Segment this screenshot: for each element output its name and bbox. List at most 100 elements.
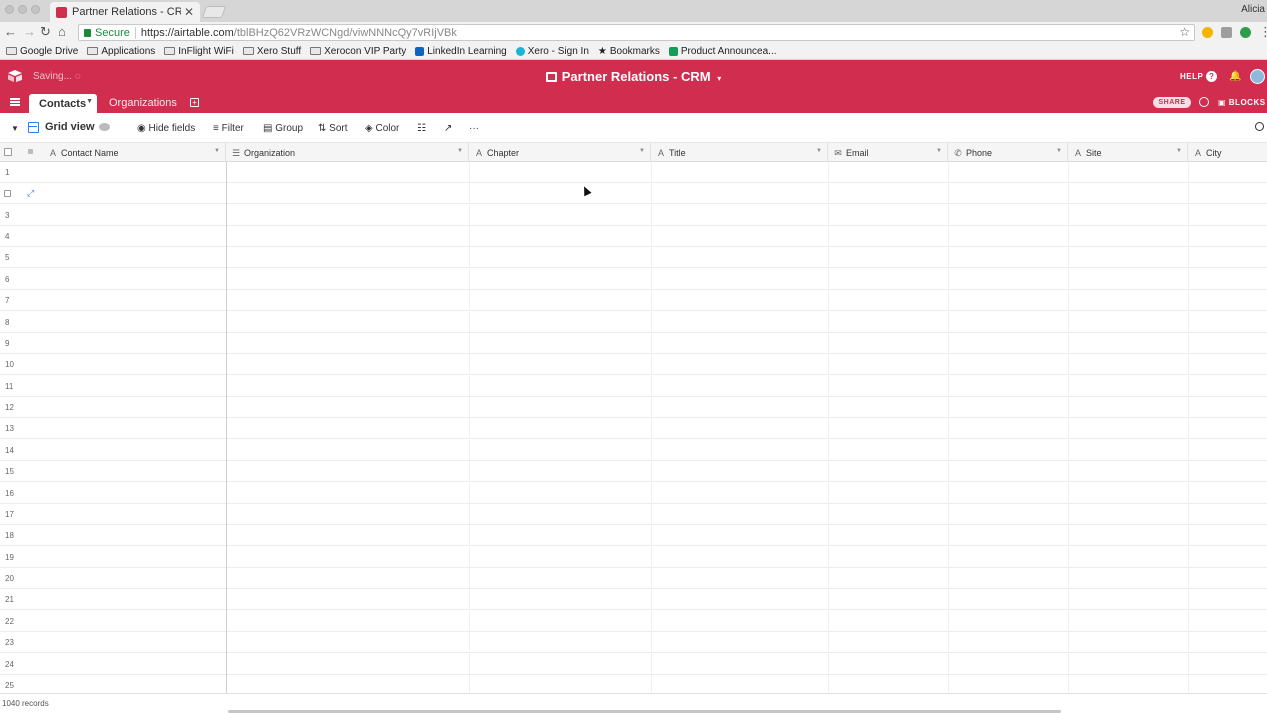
column-menu-chevron-icon[interactable]: ▼ [816,148,822,154]
search-icon[interactable] [1255,122,1264,131]
row-checkbox[interactable] [4,190,11,198]
bookmark-item[interactable]: Xerocon VIP Party [310,46,406,57]
table-row[interactable]: 25 [0,674,1267,693]
table-row[interactable]: 4 [0,226,1267,248]
select-all-checkbox[interactable] [4,148,12,156]
window-close-icon[interactable] [5,5,14,14]
column-menu-chevron-icon[interactable]: ▼ [457,148,463,154]
bookmark-item[interactable]: Xero - Sign In [515,46,589,57]
bookmark-star-icon[interactable]: ☆ [1179,25,1190,39]
table-row[interactable]: 15 [0,461,1267,483]
browser-menu-icon[interactable]: ⋮ [1259,25,1267,39]
column-header-city[interactable]: A City [1188,143,1267,162]
tab-close-icon[interactable]: ✕ [184,5,194,19]
more-options-icon[interactable]: ··· [469,123,479,134]
table-row[interactable]: 17 [0,503,1267,525]
avatar[interactable] [1250,69,1265,84]
help-button[interactable]: HELP [1180,72,1203,81]
bookmark-item[interactable]: Google Drive [6,46,78,57]
hide-fields-button[interactable]: ◉ Hide fields [137,123,195,134]
table-row[interactable]: 23 [0,632,1267,654]
extension-icon[interactable] [1202,27,1213,38]
back-arrow-icon[interactable]: ← [4,25,17,39]
table-row[interactable]: 19 [0,546,1267,568]
table-row[interactable]: 6 [0,268,1267,290]
forward-arrow-icon[interactable]: → [23,25,36,39]
table-row[interactable]: 16 [0,482,1267,504]
tab-contacts[interactable]: Contacts ▼ [29,94,97,113]
blocks-button[interactable]: ▣ BLOCKS [1218,98,1266,107]
row-height-icon[interactable]: ☷ [417,123,426,134]
bookmark-item[interactable]: Applications [87,46,155,57]
table-row[interactable]: 22 [0,610,1267,632]
table-row[interactable]: 12 [0,397,1267,419]
table-row[interactable]: 11 [0,375,1267,397]
cell-divider [948,674,949,693]
column-header-contact-name[interactable]: A Contact Name ▼ [43,143,226,162]
cell-divider [469,162,470,183]
chevron-down-icon[interactable]: ▼ [86,98,93,105]
bookmark-item[interactable]: InFlight WiFi [164,46,234,57]
bookmark-item[interactable]: Product Announcea... [668,46,777,57]
column-menu-chevron-icon[interactable]: ▼ [214,148,220,154]
view-switcher-caret-icon[interactable]: ▼ [11,124,19,133]
home-icon[interactable]: ⌂ [58,25,66,39]
table-row[interactable]: 1 [0,162,1267,183]
table-row[interactable]: 5 [0,247,1267,269]
table-row[interactable]: 10 [0,354,1267,376]
table-row[interactable]: 13 [0,418,1267,440]
window-maximize-icon[interactable] [31,5,40,14]
column-header-phone[interactable]: ✆ Phone ▼ [948,143,1068,162]
add-table-icon[interactable]: + [190,98,199,107]
column-header-email[interactable]: ✉ Email ▼ [828,143,948,162]
filter-button[interactable]: ≡ Filter [213,123,244,134]
extension-icon[interactable] [1240,27,1251,38]
url-input[interactable]: Secure https://airtable.com /tblBHzQ62VR… [78,24,1195,41]
hamburger-menu-icon[interactable] [10,98,20,106]
column-menu-chevron-icon[interactable]: ▼ [639,148,645,154]
table-row[interactable]: 9 [0,332,1267,354]
table-row[interactable]: 8 [0,311,1267,333]
extension-icon[interactable] [1221,27,1232,38]
column-header-site[interactable]: A Site ▼ [1068,143,1188,162]
bookmark-item[interactable]: Xero Stuff [242,46,301,57]
window-minimize-icon[interactable] [18,5,27,14]
reload-icon[interactable]: ↻ [40,25,51,39]
cell-divider [651,397,652,419]
table-row[interactable]: 24 [0,653,1267,675]
notifications-bell-icon[interactable]: 🔔 [1229,71,1241,82]
table-row[interactable]: 7 [0,290,1267,312]
bookmark-item[interactable]: ★ Bookmarks [598,46,660,57]
sort-button[interactable]: ⇅ Sort [318,123,348,134]
share-view-icon[interactable]: ↗ [444,123,452,134]
profile-name[interactable]: Alicia [1241,4,1265,15]
browser-tab[interactable]: Partner Relations - CRM: Cont ✕ [50,2,200,22]
collaborators-icon[interactable] [99,123,110,131]
share-button[interactable]: SHARE [1153,97,1191,108]
column-menu-chevron-icon[interactable]: ▼ [936,148,942,154]
column-menu-chevron-icon[interactable]: ▼ [1056,148,1062,154]
column-header-chapter[interactable]: A Chapter ▼ [469,143,651,162]
column-menu-chevron-icon[interactable]: ▼ [1176,148,1182,154]
new-tab-button[interactable] [201,6,227,18]
table-row[interactable]: 21 [0,589,1267,611]
group-button[interactable]: ▤ Group [263,123,303,134]
tab-organizations[interactable]: Organizations [109,97,177,109]
base-title[interactable]: Partner Relations - CRM ▾ [0,69,1267,84]
table-row[interactable]: 3 [0,204,1267,226]
column-header-title[interactable]: A Title ▼ [651,143,828,162]
history-icon[interactable] [1199,97,1209,107]
cell-divider [948,632,949,654]
color-button[interactable]: ◈ Color [365,123,399,134]
table-row[interactable]: 18 [0,525,1267,547]
bookmark-item[interactable]: LinkedIn Learning [415,46,507,57]
table-row[interactable]: ⤢ [0,183,1267,205]
cell-divider [651,632,652,654]
expand-record-icon[interactable]: ⤢ [27,188,34,199]
help-question-icon[interactable]: ? [1206,71,1217,82]
column-header-organization[interactable]: ☰ Organization ▼ [226,143,469,162]
table-row[interactable]: 14 [0,439,1267,461]
table-row[interactable]: 20 [0,568,1267,590]
cell-divider [1068,397,1069,419]
view-name[interactable]: Grid view [45,121,95,133]
